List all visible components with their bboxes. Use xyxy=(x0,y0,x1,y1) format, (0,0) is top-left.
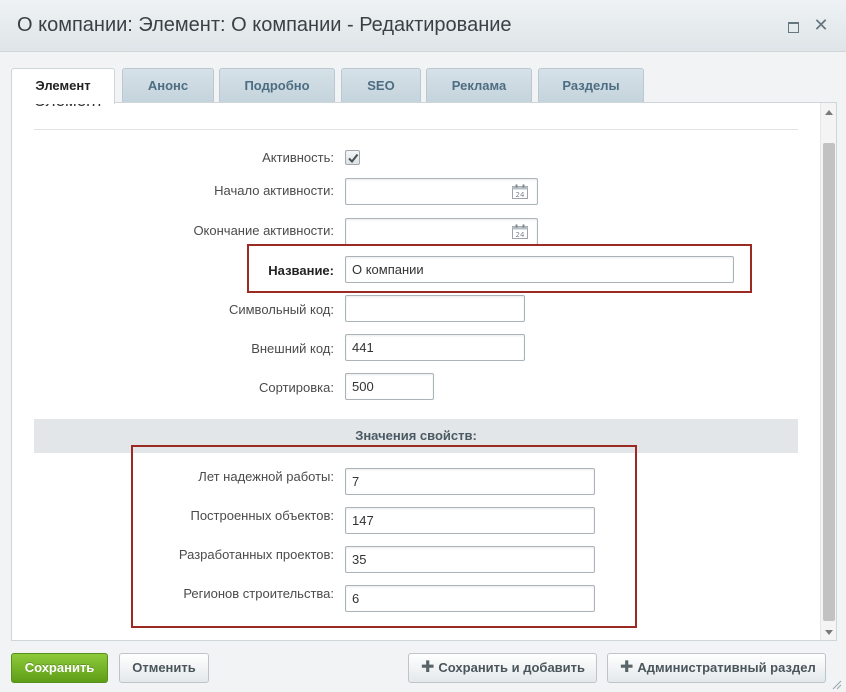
external-code-input[interactable] xyxy=(345,334,525,361)
external-code-label: Внешний код: xyxy=(251,341,334,356)
tab-anons[interactable]: Анонс xyxy=(122,68,214,103)
tab-detail[interactable]: Подробно xyxy=(219,68,335,103)
svg-text:24: 24 xyxy=(516,231,525,239)
title-bar[interactable]: О компании: Элемент: О компании - Редакт… xyxy=(0,0,846,52)
active-from-input[interactable] xyxy=(345,178,538,205)
built-objects-input[interactable] xyxy=(345,507,595,534)
close-icon[interactable]: ✕ xyxy=(811,15,831,35)
name-label: Название: xyxy=(268,263,334,278)
tab-content-panel: Элемент Активность: Начало активности: 2… xyxy=(11,102,837,641)
resize-grip-icon[interactable] xyxy=(832,680,842,690)
admin-section-label: Административный раздел xyxy=(637,660,816,675)
active-checkbox[interactable] xyxy=(345,150,360,165)
property-label: Построенных объектов: xyxy=(190,508,334,523)
window-title: О компании: Элемент: О компании - Редакт… xyxy=(17,14,512,36)
code-label: Символьный код: xyxy=(228,302,334,317)
admin-section-button[interactable]: ✚ Административный раздел xyxy=(607,653,826,683)
section-divider xyxy=(34,129,798,130)
edit-dialog: О компании: Элемент: О компании - Редакт… xyxy=(0,0,846,692)
save-and-add-label: Сохранить и добавить xyxy=(438,660,586,675)
construction-regions-input[interactable] xyxy=(345,585,595,612)
active-label: Активность: xyxy=(262,150,334,165)
active-to-label: Окончание активности: xyxy=(193,223,334,238)
vertical-scrollbar[interactable] xyxy=(820,103,836,640)
active-from-label: Начало активности: xyxy=(214,183,334,198)
save-and-add-button[interactable]: ✚ Сохранить и добавить xyxy=(408,653,597,683)
sort-input[interactable] xyxy=(345,373,434,400)
save-button[interactable]: Сохранить xyxy=(11,653,108,683)
years-of-work-input[interactable] xyxy=(345,468,595,495)
active-to-input[interactable] xyxy=(345,218,538,245)
code-input[interactable] xyxy=(345,295,525,322)
scroll-thumb[interactable] xyxy=(823,143,835,621)
calendar-icon[interactable]: 24 xyxy=(512,184,528,199)
plus-icon: ✚ xyxy=(620,659,634,676)
sort-label: Сортировка: xyxy=(259,380,334,395)
tab-ads[interactable]: Реклама xyxy=(426,68,532,103)
properties-heading: Значения свойств: xyxy=(34,419,798,453)
tab-element[interactable]: Элемент xyxy=(11,68,115,104)
checkmark-icon xyxy=(348,153,359,164)
calendar-icon[interactable]: 24 xyxy=(512,224,528,239)
property-label: Разработанных проектов: xyxy=(178,547,334,562)
developed-projects-input[interactable] xyxy=(345,546,595,573)
property-label: Лет надежной работы: xyxy=(198,469,334,484)
name-input[interactable] xyxy=(345,256,734,283)
svg-text:24: 24 xyxy=(516,191,525,199)
scroll-down-icon[interactable] xyxy=(821,624,836,640)
cancel-button[interactable]: Отменить xyxy=(119,653,209,683)
tab-sections[interactable]: Разделы xyxy=(538,68,644,103)
tab-seo[interactable]: SEO xyxy=(341,68,421,103)
property-label: Регионов строительства: xyxy=(183,586,334,601)
plus-icon: ✚ xyxy=(421,659,435,676)
maximize-icon[interactable] xyxy=(783,15,803,35)
scroll-up-icon[interactable] xyxy=(821,105,836,121)
